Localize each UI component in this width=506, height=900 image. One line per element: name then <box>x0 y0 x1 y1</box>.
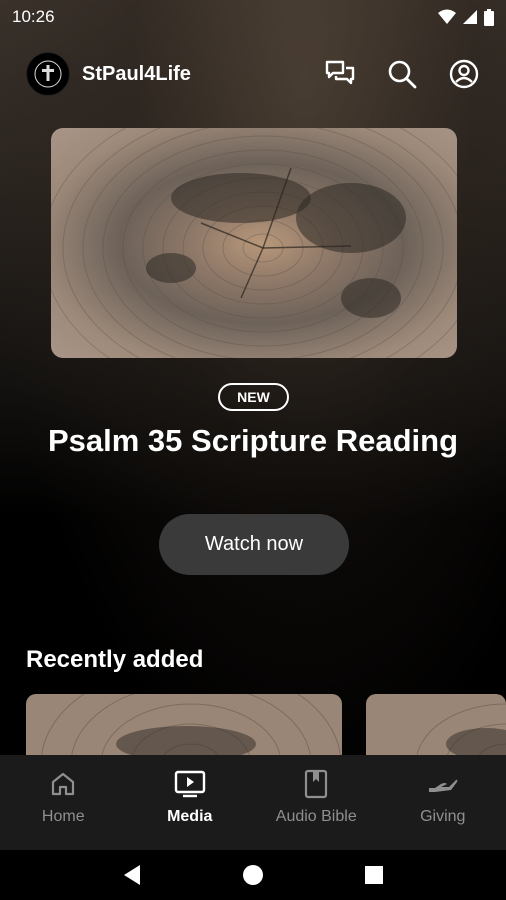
status-bar: 10:26 <box>0 0 506 34</box>
account-button[interactable] <box>448 58 480 90</box>
home-icon <box>52 772 75 796</box>
giving-icon <box>428 779 458 792</box>
wifi-icon <box>438 9 456 24</box>
watch-now-button[interactable]: Watch now <box>159 514 349 575</box>
back-icon[interactable] <box>122 864 142 886</box>
nav-media[interactable]: Media <box>127 755 254 850</box>
battery-icon <box>484 8 494 26</box>
nav-label: Home <box>41 808 85 825</box>
chat-icon <box>325 60 355 85</box>
card-thumbnail <box>26 694 342 760</box>
bottom-navigation: Home Media Audio Bible Giving <box>0 755 506 850</box>
nav-home[interactable]: Home <box>0 755 127 850</box>
search-button[interactable] <box>386 58 418 90</box>
status-time: 10:26 <box>12 7 55 26</box>
nav-label: Audio Bible <box>275 808 357 825</box>
media-card[interactable] <box>26 694 342 760</box>
tree-rings-image <box>51 128 457 358</box>
system-navigation <box>0 850 506 900</box>
signal-icon <box>463 10 477 24</box>
search-icon <box>388 60 417 89</box>
card-thumbnail <box>366 694 506 760</box>
chat-button[interactable] <box>324 58 356 90</box>
section-title: Recently added <box>26 646 204 673</box>
church-logo[interactable] <box>26 52 70 96</box>
hero-title: Psalm 35 Scripture Reading <box>47 423 459 458</box>
nav-label: Media <box>167 808 213 825</box>
recents-icon[interactable] <box>364 865 384 885</box>
new-badge: NEW <box>218 383 289 411</box>
nav-giving[interactable]: Giving <box>380 755 506 850</box>
status-icons <box>438 8 494 26</box>
media-card[interactable] <box>366 694 506 760</box>
account-icon <box>449 59 479 89</box>
app-title: StPaul4Life <box>82 62 191 85</box>
bible-icon <box>305 769 328 799</box>
home-circle-icon[interactable] <box>242 864 264 886</box>
media-icon <box>174 770 205 798</box>
hero-thumbnail[interactable] <box>51 128 457 358</box>
app-bar: StPaul4Life <box>0 50 506 98</box>
nav-label: Giving <box>420 808 466 825</box>
logo-emblem-icon <box>34 60 62 88</box>
nav-audio-bible[interactable]: Audio Bible <box>253 755 380 850</box>
